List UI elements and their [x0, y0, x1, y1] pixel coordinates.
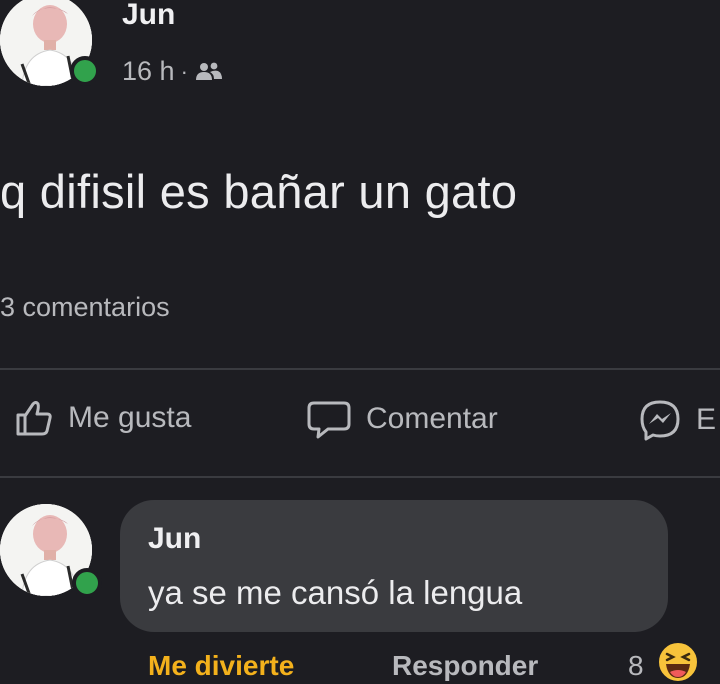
meta-separator: · [180, 58, 188, 84]
online-status-indicator [70, 56, 100, 86]
reaction-count[interactable]: 8 [628, 650, 644, 682]
like-label: Me gusta [68, 401, 192, 434]
comment-button[interactable]: Comentar [306, 398, 498, 440]
online-status-indicator [72, 568, 102, 598]
divider [0, 476, 720, 478]
haha-emoji-icon[interactable] [656, 640, 700, 684]
speech-bubble-icon [306, 398, 352, 440]
comment-text: ya se me cansó la lengua [148, 574, 523, 611]
comment-bubble [120, 500, 668, 632]
divider [0, 368, 720, 370]
send-label: E [696, 403, 717, 436]
reaction-button[interactable]: Me divierte [148, 650, 294, 682]
messenger-icon [638, 398, 682, 442]
post-body-text: q difisil es bañar un gato [0, 165, 518, 218]
like-button[interactable]: Me gusta [14, 398, 191, 438]
post-timestamp[interactable]: 16 h [122, 56, 175, 87]
reply-button[interactable]: Responder [392, 650, 538, 682]
post-meta: 16 h · [122, 56, 224, 87]
comment-count-link[interactable]: 3 comentarios [0, 292, 170, 323]
post-author-name[interactable]: Jun [122, 0, 175, 32]
send-button[interactable]: E [638, 398, 716, 442]
friends-icon[interactable] [194, 60, 224, 84]
comment-label: Comentar [366, 402, 498, 435]
comment-author-name[interactable]: Jun [148, 522, 201, 556]
post-card: Jun 16 h · q difisil es bañar un gato 3 … [0, 0, 720, 684]
author-avatar[interactable] [0, 0, 100, 86]
thumbs-up-icon [14, 398, 54, 438]
commenter-avatar[interactable] [0, 504, 102, 598]
